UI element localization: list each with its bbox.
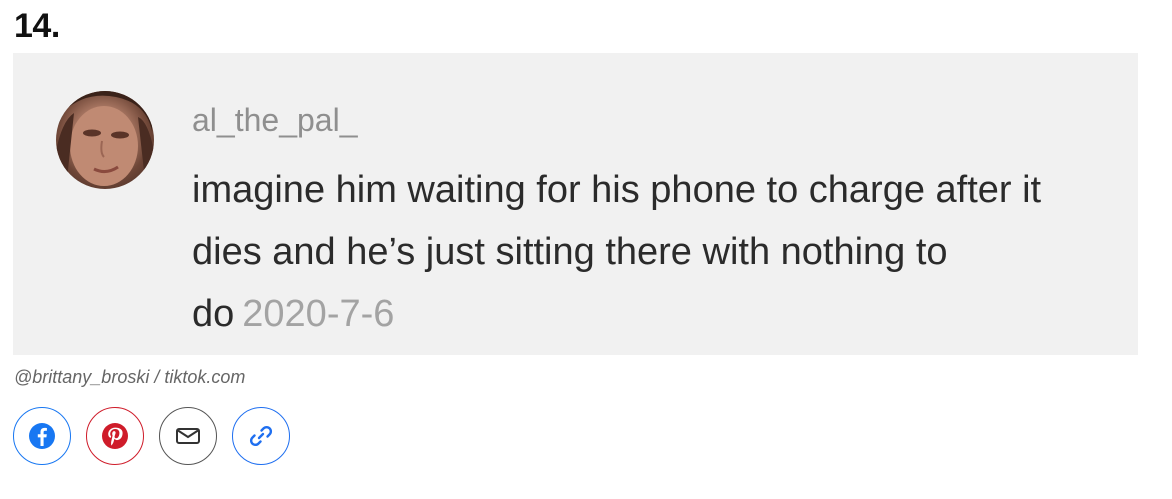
share-email-button[interactable]	[159, 407, 217, 465]
comment-screenshot: al_the_pal_ imagine him waiting for his …	[13, 53, 1138, 355]
link-icon	[249, 425, 273, 447]
page: 14. al_the_pal_ imagine him waiting for …	[0, 0, 1172, 499]
comment-date: 2020-7-6	[242, 293, 395, 335]
copy-link-button[interactable]	[232, 407, 290, 465]
share-facebook-button[interactable]	[13, 407, 71, 465]
email-icon	[176, 428, 200, 444]
facebook-icon	[29, 423, 55, 449]
pinterest-icon	[102, 423, 128, 449]
share-buttons	[13, 407, 290, 465]
share-pinterest-button[interactable]	[86, 407, 144, 465]
item-number: 14.	[14, 7, 60, 45]
avatar	[56, 91, 154, 189]
avatar-face-image	[56, 91, 154, 189]
comment-username: al_the_pal_	[192, 102, 358, 138]
comment-body: imagine him waiting for his phone to cha…	[192, 159, 1092, 345]
image-credit[interactable]: @brittany_broski / tiktok.com	[14, 365, 245, 389]
